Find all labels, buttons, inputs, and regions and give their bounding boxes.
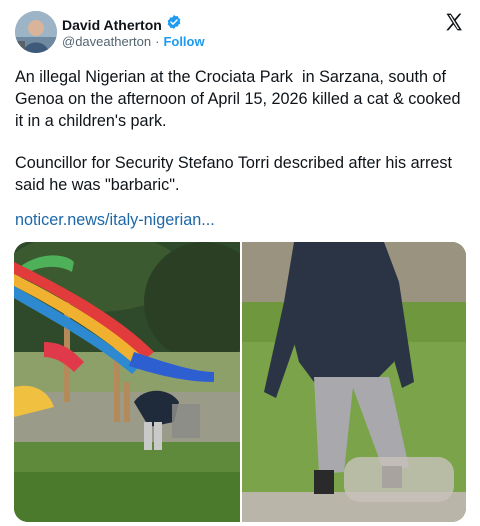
handle-row: @daveatherton · Follow [62, 34, 205, 49]
tweet-media[interactable] [14, 242, 466, 522]
photo-person[interactable] [242, 242, 466, 522]
author-name[interactable]: David Atherton [62, 17, 162, 33]
tweet-text-paragraph-1: An illegal Nigerian at the Crociata Park… [15, 68, 465, 130]
verified-badge-icon [166, 14, 182, 35]
follow-button[interactable]: Follow [163, 34, 204, 49]
photo-playground[interactable] [14, 242, 264, 522]
tweet-text-paragraph-2: Councillor for Security Stefano Torri de… [15, 154, 452, 194]
x-logo-icon[interactable] [444, 12, 464, 32]
separator-dot: · [155, 34, 160, 49]
tweet-link[interactable]: noticer.news/italy-nigerian... [15, 211, 215, 230]
author-handle[interactable]: @daveatherton [62, 34, 151, 49]
avatar[interactable] [15, 11, 57, 53]
tweet-card: David Atherton @daveatherton · Follow An… [0, 0, 480, 526]
author-name-row[interactable]: David Atherton [62, 14, 182, 35]
